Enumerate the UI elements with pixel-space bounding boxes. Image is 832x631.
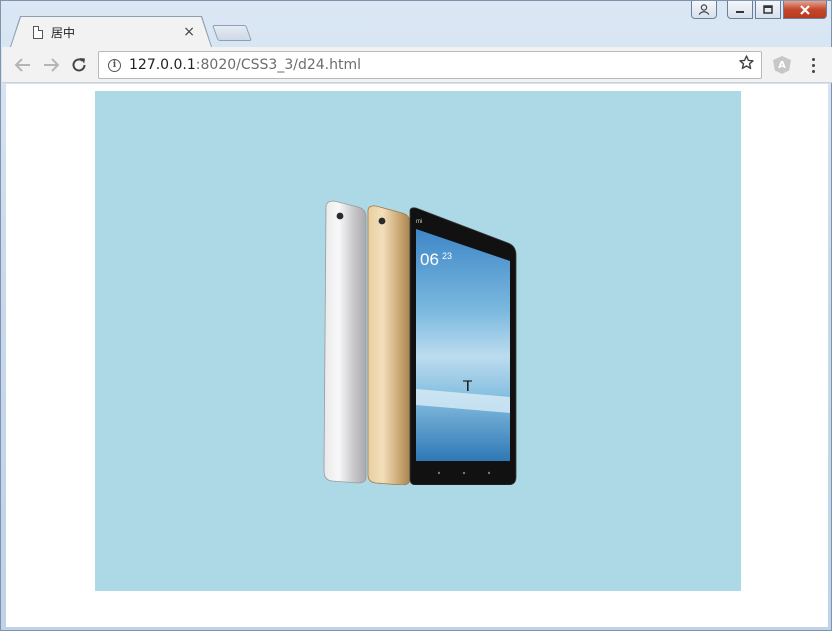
star-icon[interactable]: [739, 55, 754, 75]
tablet-product-image: 06 23 mi: [323, 200, 517, 485]
minimize-icon[interactable]: [727, 1, 753, 19]
svg-text:mi: mi: [416, 219, 422, 225]
reload-icon[interactable]: [68, 54, 90, 76]
user-icon[interactable]: [691, 1, 717, 19]
close-icon[interactable]: [783, 1, 827, 19]
extension-icon[interactable]: A: [773, 56, 791, 74]
url-host: 127.0.0.1: [129, 57, 196, 73]
info-icon[interactable]: i: [108, 58, 121, 72]
browser-window: 居中 × i 127.0.0.1:8020/CSS3_3/d24.html A: [0, 0, 832, 631]
tab-title: 居中: [51, 25, 76, 40]
tab-close-icon[interactable]: ×: [183, 24, 195, 40]
back-arrow-icon[interactable]: [12, 54, 34, 76]
window-controls: [691, 1, 827, 19]
browser-toolbar: i 127.0.0.1:8020/CSS3_3/d24.html A: [2, 47, 832, 83]
maximize-icon[interactable]: [755, 1, 781, 19]
svg-text:06: 06: [420, 250, 439, 269]
menu-icon[interactable]: [806, 55, 820, 75]
svg-text:23: 23: [442, 251, 452, 261]
forward-arrow-icon[interactable]: [40, 54, 62, 76]
page-content: 06 23 mi: [6, 84, 828, 627]
address-bar[interactable]: i 127.0.0.1:8020/CSS3_3/d24.html: [98, 51, 762, 79]
document-icon: [33, 25, 43, 39]
centered-container: 06 23 mi: [95, 91, 741, 591]
tab-active[interactable]: 居中 ×: [11, 17, 211, 47]
new-tab-button[interactable]: [212, 25, 252, 41]
url-path: :8020/CSS3_3/d24.html: [195, 57, 361, 73]
